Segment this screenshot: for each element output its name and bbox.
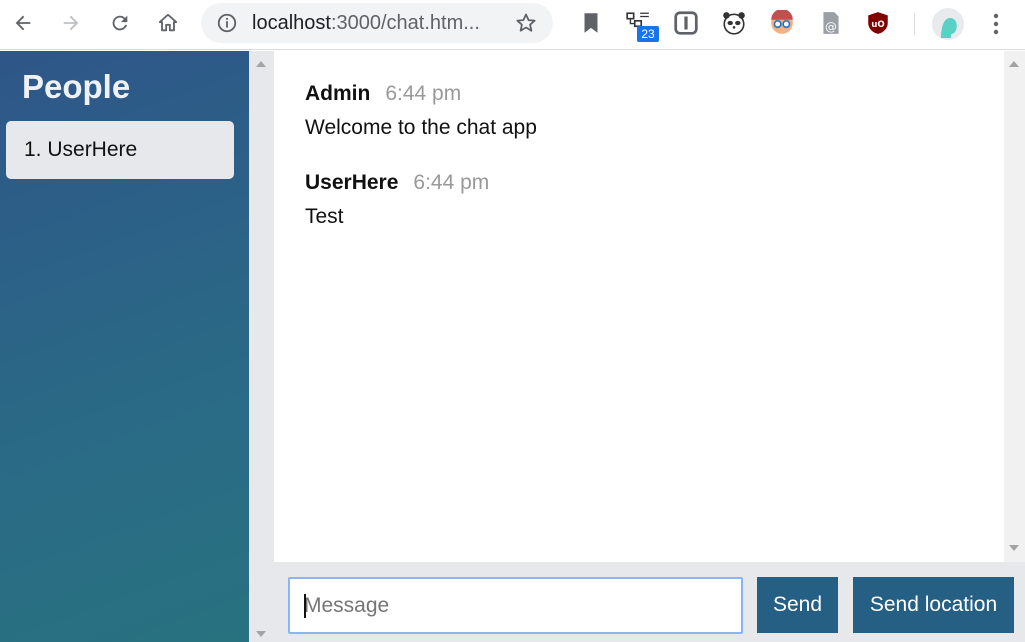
- password-manager-icon[interactable]: [673, 10, 699, 36]
- more-menu-icon[interactable]: [984, 10, 1008, 38]
- url-host: localhost: [252, 12, 331, 34]
- toolbar-separator: [914, 13, 915, 35]
- message-list: Admin 6:44 pm Welcome to the chat app Us…: [274, 51, 1004, 562]
- text-cursor: [304, 594, 306, 618]
- scroll-up-arrow-icon[interactable]: [1009, 61, 1019, 67]
- message-text: Welcome to the chat app: [305, 116, 537, 139]
- svg-text:uO: uO: [871, 20, 885, 30]
- home-icon: [158, 13, 178, 32]
- people-sidebar: People 1. UserHere: [0, 51, 249, 642]
- message: UserHere 6:44 pm Test: [305, 171, 489, 229]
- message-composer: Send Send location: [274, 562, 1025, 642]
- scroll-up-arrow-icon[interactable]: [256, 61, 266, 67]
- extension-badge: 23: [637, 26, 659, 42]
- arrow-right-icon: [63, 15, 79, 31]
- profile-avatar[interactable]: [932, 8, 964, 40]
- sidebar-scrollbar[interactable]: [249, 51, 274, 642]
- message-input[interactable]: [288, 577, 743, 634]
- reload-button[interactable]: [104, 7, 136, 39]
- svg-text:@: @: [825, 20, 837, 34]
- message-author: UserHere: [305, 171, 399, 194]
- url-text[interactable]: localhost:3000/chat.htm...: [252, 12, 480, 34]
- message-time: 6:44 pm: [413, 171, 490, 194]
- ublock-origin-icon[interactable]: uO: [865, 10, 891, 36]
- forward-button[interactable]: [55, 7, 87, 39]
- scroll-down-arrow-icon[interactable]: [1009, 545, 1019, 551]
- url-path: :3000/chat.htm...: [330, 12, 480, 34]
- user-list-item[interactable]: 1. UserHere: [6, 121, 234, 179]
- message-author: Admin: [305, 82, 371, 105]
- message: Admin 6:44 pm Welcome to the chat app: [305, 82, 537, 140]
- message-time: 6:44 pm: [385, 82, 462, 105]
- send-location-button[interactable]: Send location: [853, 577, 1014, 633]
- browser-toolbar: localhost:3000/chat.htm... 23 @ uO: [0, 0, 1025, 50]
- bookmark-extension-icon[interactable]: [578, 10, 604, 36]
- send-button[interactable]: Send: [757, 577, 838, 633]
- info-icon[interactable]: [216, 12, 238, 34]
- back-button[interactable]: [7, 7, 39, 39]
- reload-icon: [112, 15, 128, 31]
- message-text: Test: [305, 205, 344, 228]
- glasses-face-extension-icon[interactable]: [769, 10, 795, 36]
- avatar-icon: [941, 18, 957, 38]
- messages-scrollbar[interactable]: [1004, 51, 1025, 562]
- home-button[interactable]: [152, 7, 184, 39]
- scroll-down-arrow-icon[interactable]: [256, 631, 266, 637]
- email-extension-icon[interactable]: @: [818, 10, 844, 36]
- panda-extension-icon[interactable]: [721, 10, 747, 36]
- arrow-left-icon: [15, 15, 31, 31]
- address-bar[interactable]: localhost:3000/chat.htm...: [201, 3, 553, 43]
- star-icon[interactable]: [514, 11, 538, 35]
- sidebar-title: People: [22, 68, 131, 105]
